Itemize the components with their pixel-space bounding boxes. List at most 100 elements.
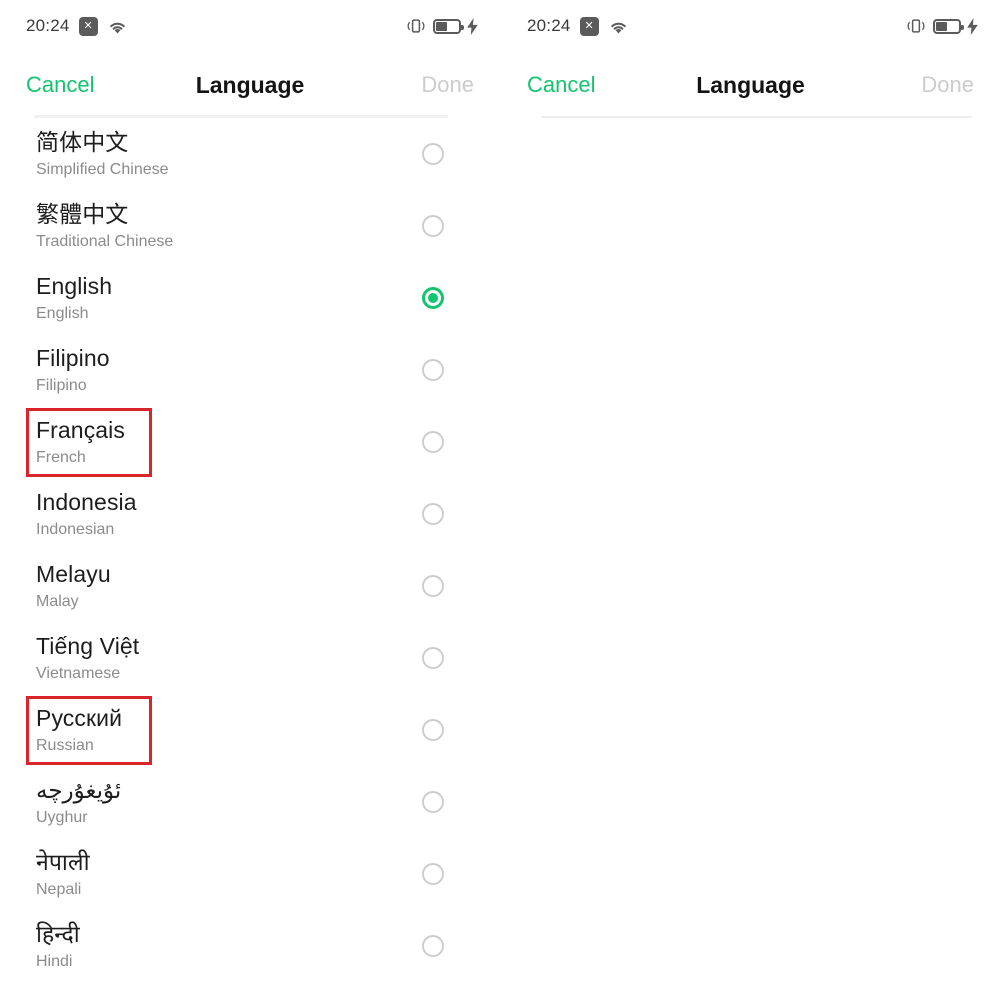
item-english-label: Indonesian — [36, 520, 115, 538]
radio-button[interactable] — [422, 575, 444, 597]
list-item[interactable]: Tiếng ViệtVietnamese — [501, 134, 1000, 212]
status-bar-right — [405, 17, 478, 35]
item-text-group: नेपाली Nepali — [36, 848, 90, 901]
list-item[interactable]: Tiếng Việt Vietnamese — [0, 622, 500, 694]
item-text-group: ئۇيغۇرچە Uyghur — [36, 776, 121, 829]
item-english-label: Hindi — [36, 952, 73, 970]
vibrate-icon — [405, 17, 427, 35]
item-text-group: English English — [36, 272, 112, 325]
item-english-label: Simplified Chinese — [36, 160, 169, 178]
item-text-group: हिन्दी Hindi — [36, 920, 80, 973]
mute-icon: ✕ — [579, 16, 599, 36]
item-text-group: Indonesia Indonesian — [36, 488, 137, 541]
list-item[interactable]: Filipino Filipino — [0, 334, 500, 406]
list-item[interactable]: ລາວLao — [501, 680, 1000, 758]
vibrate-icon — [905, 17, 927, 35]
item-english-label: Traditional Chinese — [36, 232, 174, 250]
list-item[interactable]: ئۇيغۇرچەUyghur — [0, 766, 500, 838]
status-bar: 20:24 ✕ — [501, 0, 1000, 52]
item-english-label: Uyghur — [36, 808, 88, 826]
nav-bar: Cancel Language Done — [0, 52, 500, 118]
radio-button[interactable] — [422, 215, 444, 237]
status-bar-left: 20:24 ✕ — [527, 16, 629, 36]
radio-button[interactable] — [422, 647, 444, 669]
battery-icon — [433, 18, 464, 34]
dual-screenshot-container: 20:24 ✕ Cancel Language Done 简体中文 Simpli… — [0, 0, 1000, 1000]
list-item[interactable]: 日本語Japanese — [501, 992, 1000, 1000]
charging-bolt-icon — [467, 17, 478, 35]
item-english-label: Filipino — [36, 376, 87, 394]
wifi-icon — [608, 18, 629, 35]
item-native-label: 简体中文 — [36, 128, 129, 155]
radio-button[interactable] — [422, 719, 444, 741]
list-item[interactable]: नेपाली Nepali — [0, 838, 500, 910]
list-item[interactable]: РусскийRussian — [501, 212, 1000, 290]
item-native-label: Русский — [36, 704, 123, 731]
radio-button[interactable] — [422, 935, 444, 957]
list-item[interactable]: ไทยThai — [501, 602, 1000, 680]
done-button[interactable]: Done — [921, 72, 974, 98]
item-english-label: Nepali — [36, 880, 82, 898]
list-item[interactable]: Indonesia Indonesian — [0, 478, 500, 550]
battery-icon — [933, 18, 964, 34]
wifi-icon — [107, 18, 128, 35]
list-item[interactable]: 한국어Korean — [501, 914, 1000, 992]
done-button[interactable]: Done — [421, 72, 474, 98]
battery-fill — [936, 21, 948, 31]
list-item[interactable]: བོད་སྐད་Tibetan — [501, 758, 1000, 836]
item-text-group: Filipino Filipino — [36, 344, 110, 397]
radio-button[interactable] — [422, 863, 444, 885]
nav-bar: Cancel Language Done — [501, 52, 1000, 118]
cancel-button[interactable]: Cancel — [26, 72, 94, 98]
item-native-label: 繁體中文 — [36, 200, 129, 227]
item-english-label: English — [36, 304, 89, 322]
charging-bolt-icon — [967, 17, 978, 35]
item-english-label: French — [36, 448, 86, 466]
status-clock: 20:24 — [26, 16, 70, 35]
status-bar-right — [905, 17, 978, 35]
item-native-label: नेपाली — [36, 848, 90, 875]
status-bar: 20:24 ✕ — [0, 0, 500, 52]
list-item[interactable]: English English — [0, 262, 500, 334]
list-item[interactable]: Melayu Malay — [0, 550, 500, 622]
item-english-label: Russian — [36, 736, 94, 754]
radio-button[interactable] — [422, 791, 444, 813]
item-text-group: Tiếng Việt Vietnamese — [36, 632, 139, 685]
language-list-left[interactable]: 简体中文 Simplified Chinese 繁體中文 Traditional Ch… — [0, 118, 500, 982]
right-phone-screen: 20:24 ✕ Cancel Language Done — [500, 0, 1000, 1000]
item-text-group: 繁體中文 Traditional Chinese — [36, 200, 173, 253]
item-text-group: Français French — [36, 416, 125, 469]
item-english-label: Malay — [36, 592, 79, 610]
mute-icon: ✕ — [78, 16, 98, 36]
cancel-button[interactable]: Cancel — [527, 72, 595, 98]
list-item[interactable]: Русский Russian — [0, 694, 500, 766]
item-native-label: Tiếng Việt — [36, 632, 140, 659]
item-text-group: 简体中文 Simplified Chinese — [36, 128, 169, 181]
item-native-label: Melayu — [36, 560, 111, 587]
item-native-label: Indonesia — [36, 488, 137, 515]
language-list-right[interactable]: Tiếng ViệtVietnameseРусскийRussianئۇيغۇر… — [501, 134, 1000, 1000]
radio-button[interactable] — [422, 359, 444, 381]
left-phone-screen: 20:24 ✕ Cancel Language Done 简体中文 Simpli… — [0, 0, 500, 1000]
list-item[interactable]: မြန်မာBurmese — [501, 836, 1000, 914]
list-item[interactable]: हिन्दीHindi — [501, 446, 1000, 524]
list-item[interactable]: नेपालीNepali — [501, 368, 1000, 446]
status-bar-left: 20:24 ✕ — [26, 16, 128, 36]
status-clock: 20:24 — [527, 16, 571, 35]
list-item[interactable]: ئۇيغۇرچەUyghur — [501, 290, 1000, 368]
radio-button-selected[interactable] — [422, 287, 444, 309]
item-native-label: हिन्दी — [36, 920, 80, 947]
radio-button[interactable] — [422, 503, 444, 525]
list-item[interactable]: 简体中文 Simplified Chinese — [0, 118, 500, 190]
item-native-label: Filipino — [36, 344, 110, 371]
list-item[interactable]: 繁體中文 Traditional Chinese — [0, 190, 500, 262]
item-native-label: Français — [36, 416, 125, 443]
list-item[interactable]: বাংলাBangla — [501, 524, 1000, 602]
item-english-label: Vietnamese — [36, 664, 121, 682]
list-item[interactable]: हिन्दी Hindi — [0, 910, 500, 982]
radio-button[interactable] — [422, 431, 444, 453]
item-native-label: English — [36, 272, 113, 299]
list-item[interactable]: Français French — [0, 406, 500, 478]
radio-button[interactable] — [422, 143, 444, 165]
item-text-group: Русский Russian — [36, 704, 122, 757]
